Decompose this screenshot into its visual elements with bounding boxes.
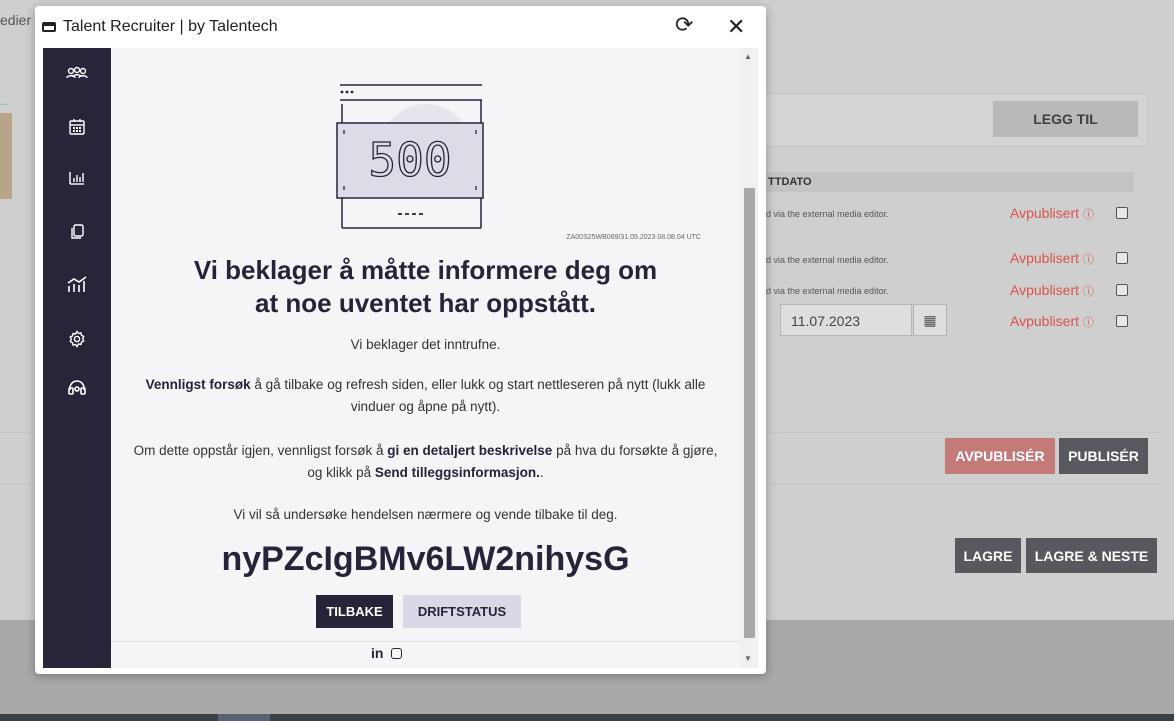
reports-icon[interactable] bbox=[43, 163, 111, 193]
driftstatus-button[interactable]: DRIFTSTATUS bbox=[403, 595, 521, 628]
lagre-neste-button[interactable]: LAGRE & NESTE bbox=[1026, 538, 1157, 573]
background-link: ... bbox=[0, 96, 10, 108]
modal-scrollbar[interactable]: ▲ ▼ bbox=[740, 48, 758, 668]
legg-til-button[interactable]: LEGG TIL bbox=[993, 101, 1138, 137]
taskbar bbox=[0, 714, 1174, 721]
row-note: d via the external media editor. bbox=[766, 255, 889, 265]
settings-icon[interactable] bbox=[43, 324, 111, 354]
row-note: d via the external media editor. bbox=[766, 286, 889, 296]
scroll-up-icon[interactable]: ▲ bbox=[744, 52, 752, 61]
copy-icon[interactable] bbox=[43, 217, 111, 247]
repeat-bold-1: gi en detaljert beskrivelse bbox=[387, 443, 553, 458]
followup-text: Vi vil så undersøke hendelsen nærmere og… bbox=[233, 507, 618, 522]
row-status: Avpublisert ⓘ bbox=[1010, 205, 1094, 221]
pause-icon: ⓘ bbox=[1082, 317, 1094, 329]
row-note: d via the external media editor. bbox=[766, 209, 889, 219]
repeat-bold-2: Send tilleggsinformasjon. bbox=[374, 465, 540, 480]
row-checkbox[interactable] bbox=[1116, 252, 1128, 264]
footer-divider bbox=[111, 641, 740, 642]
pause-icon: ⓘ bbox=[1082, 254, 1094, 266]
modal-title: Talent Recruiter | by Talentech bbox=[63, 18, 278, 35]
tilbake-button[interactable]: TILBAKE bbox=[316, 595, 393, 628]
date-input[interactable]: 11.07.2023 bbox=[780, 304, 912, 336]
error-page: 500 ZA00S25WB069/31.05.2023 08.08.04 UTC… bbox=[111, 48, 740, 668]
modal-content: 500 ZA00S25WB069/31.05.2023 08.08.04 UTC… bbox=[43, 48, 758, 668]
window-icon bbox=[42, 22, 56, 32]
scroll-down-icon[interactable]: ▼ bbox=[744, 654, 752, 663]
background-divider bbox=[0, 432, 40, 484]
pause-icon: ⓘ bbox=[1082, 286, 1094, 298]
row-checkbox[interactable] bbox=[1116, 284, 1128, 296]
repeat-part-c: . bbox=[539, 465, 544, 480]
error-modal: Talent Recruiter | by Talentech ⟳ ✕ 500 … bbox=[35, 6, 766, 674]
background-tab-label: edier bbox=[0, 12, 32, 28]
row-status: Avpublisert ⓘ bbox=[1010, 313, 1094, 329]
instagram-icon[interactable] bbox=[391, 648, 403, 659]
calendar-icon: ▦ bbox=[923, 312, 937, 328]
background-thumbnail bbox=[0, 113, 12, 199]
calendar-button[interactable]: ▦ bbox=[913, 304, 947, 336]
error-code-text: 500 bbox=[368, 133, 451, 187]
candidates-icon[interactable] bbox=[43, 61, 111, 91]
close-icon[interactable]: ✕ bbox=[727, 14, 745, 40]
instruction-rest: å gå tilbake og refresh siden, eller luk… bbox=[250, 377, 706, 414]
lagre-button[interactable]: LAGRE bbox=[955, 538, 1021, 573]
row-checkbox[interactable] bbox=[1116, 315, 1128, 327]
calendar-icon[interactable] bbox=[43, 112, 111, 142]
scrollbar-thumb[interactable] bbox=[744, 188, 755, 638]
social-links: in bbox=[371, 645, 403, 661]
apology-text: Vi beklager det inntrufne. bbox=[350, 337, 501, 352]
row-status: Avpublisert ⓘ bbox=[1010, 250, 1094, 266]
error-id: ZA00S25WB069/31.05.2023 08.08.04 UTC bbox=[566, 234, 701, 241]
avpubliser-button[interactable]: AVPUBLISÉR bbox=[945, 438, 1055, 474]
error-headline: Vi beklager å måtte informere deg om at … bbox=[111, 254, 740, 320]
server-error-illustration: 500 bbox=[336, 84, 484, 229]
headline-line-1: Vi beklager å måtte informere deg om bbox=[193, 255, 658, 285]
headline-line-2: at noe uventet har oppstått. bbox=[255, 288, 596, 318]
linkedin-icon[interactable]: in bbox=[371, 645, 383, 661]
row-status: Avpublisert ⓘ bbox=[1010, 282, 1094, 298]
pause-icon: ⓘ bbox=[1082, 209, 1094, 221]
instruction-text: Vennligst forsøk å gå tilbake og refresh… bbox=[133, 374, 718, 418]
modal-titlebar: Talent Recruiter | by Talentech ⟳ ✕ bbox=[35, 6, 766, 48]
row-checkbox[interactable] bbox=[1116, 207, 1128, 219]
app-sidebar bbox=[43, 48, 111, 668]
analytics-icon[interactable] bbox=[43, 269, 111, 299]
instruction-bold: Vennligst forsøk bbox=[145, 377, 251, 392]
publiser-button[interactable]: PUBLISÉR bbox=[1059, 438, 1148, 474]
column-header: TTDATO bbox=[766, 172, 1134, 192]
refresh-icon[interactable]: ⟳ bbox=[675, 12, 693, 38]
support-icon[interactable] bbox=[43, 373, 111, 403]
error-token: nyPZcIgBMv6LW2nihysG bbox=[221, 540, 630, 578]
repeat-part-a: Om dette oppstår igjen, vennligst forsøk… bbox=[133, 443, 388, 458]
repeat-text: Om dette oppstår igjen, vennligst forsøk… bbox=[133, 440, 718, 484]
taskbar-active-segment bbox=[218, 714, 270, 721]
